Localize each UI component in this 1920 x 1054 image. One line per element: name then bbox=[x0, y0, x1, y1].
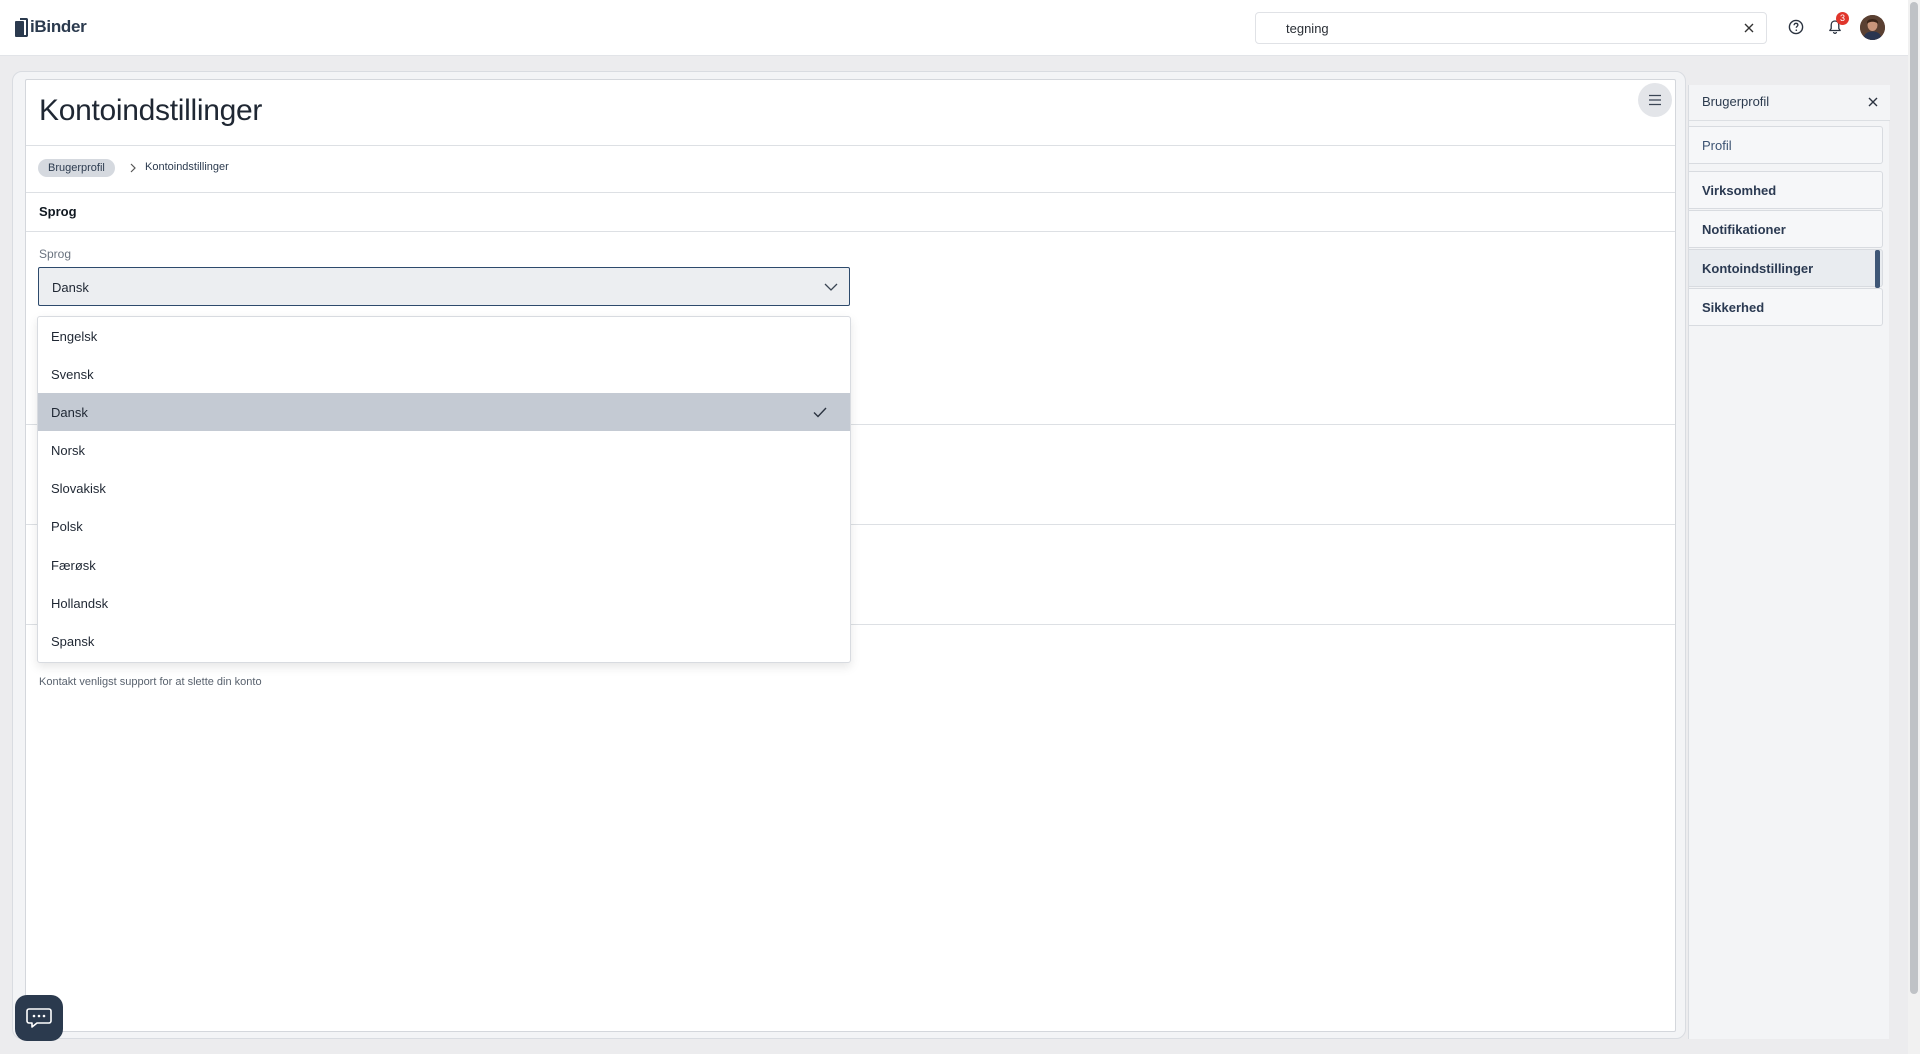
clear-search-icon[interactable] bbox=[1740, 19, 1758, 37]
option-dansk[interactable]: Dansk bbox=[38, 393, 850, 431]
chat-support-button[interactable] bbox=[15, 995, 63, 1041]
option-spansk[interactable]: Spansk bbox=[38, 622, 850, 660]
breadcrumb-current: Kontoindstillinger bbox=[145, 161, 229, 173]
hamburger-icon bbox=[1649, 94, 1661, 106]
delete-account-note: Kontakt venligst support for at slette d… bbox=[39, 676, 262, 688]
chevron-right-icon bbox=[126, 161, 140, 175]
language-dropdown: Engelsk Svensk Dansk Norsk Slovakisk Pol… bbox=[37, 316, 851, 663]
search-value[interactable]: tegning bbox=[1286, 21, 1329, 36]
side-panel-title: Brugerprofil bbox=[1702, 94, 1770, 109]
language-select-value: Dansk bbox=[52, 280, 89, 295]
side-panel-header: Brugerprofil bbox=[1689, 85, 1890, 121]
option-hollandsk[interactable]: Hollandsk bbox=[38, 584, 850, 622]
checkmark-icon bbox=[813, 407, 827, 418]
option-engelsk[interactable]: Engelsk bbox=[38, 317, 850, 355]
side-item-notifikationer[interactable]: Notifikationer bbox=[1689, 210, 1883, 248]
search-input[interactable]: tegning bbox=[1255, 12, 1767, 44]
language-field-label: Sprog bbox=[39, 247, 72, 261]
logo-icon bbox=[15, 17, 28, 37]
divider bbox=[26, 145, 1675, 146]
language-select[interactable]: Dansk bbox=[38, 267, 850, 306]
ibinder-logo[interactable]: iBinder bbox=[15, 17, 87, 37]
page-scrollbar[interactable] bbox=[1908, 0, 1920, 1054]
help-icon[interactable] bbox=[1783, 14, 1809, 40]
chat-icon bbox=[26, 1008, 52, 1028]
close-icon[interactable] bbox=[1864, 93, 1882, 111]
notification-badge: 3 bbox=[1836, 12, 1849, 25]
side-item-sikkerhed[interactable]: Sikkerhed bbox=[1689, 288, 1883, 326]
option-slovakisk[interactable]: Slovakisk bbox=[38, 469, 850, 507]
side-item-profil[interactable]: Profil bbox=[1689, 126, 1883, 164]
logo-text: iBinder bbox=[30, 17, 87, 36]
user-profile-panel: Brugerprofil Profil Virksomhed Notifikat… bbox=[1688, 85, 1890, 1039]
breadcrumb-brugerprofil[interactable]: Brugerprofil bbox=[38, 159, 115, 177]
side-item-virksomhed[interactable]: Virksomhed bbox=[1689, 171, 1883, 209]
side-item-kontoindstillinger[interactable]: Kontoindstillinger bbox=[1689, 249, 1883, 288]
scrollbar-thumb[interactable] bbox=[1910, 2, 1918, 994]
option-norsk[interactable]: Norsk bbox=[38, 431, 850, 469]
avatar[interactable] bbox=[1860, 15, 1885, 40]
page-title: Kontoindstillinger bbox=[39, 94, 263, 127]
menu-button[interactable] bbox=[1638, 83, 1672, 117]
option-svensk[interactable]: Svensk bbox=[38, 355, 850, 393]
divider bbox=[26, 231, 1675, 232]
divider bbox=[26, 192, 1675, 193]
top-bar: iBinder tegning 3 bbox=[0, 0, 1908, 56]
section-title: Sprog bbox=[39, 204, 77, 219]
option-polsk[interactable]: Polsk bbox=[38, 507, 850, 545]
option-faeroesk[interactable]: Færøsk bbox=[38, 546, 850, 584]
chevron-down-icon bbox=[824, 283, 838, 291]
